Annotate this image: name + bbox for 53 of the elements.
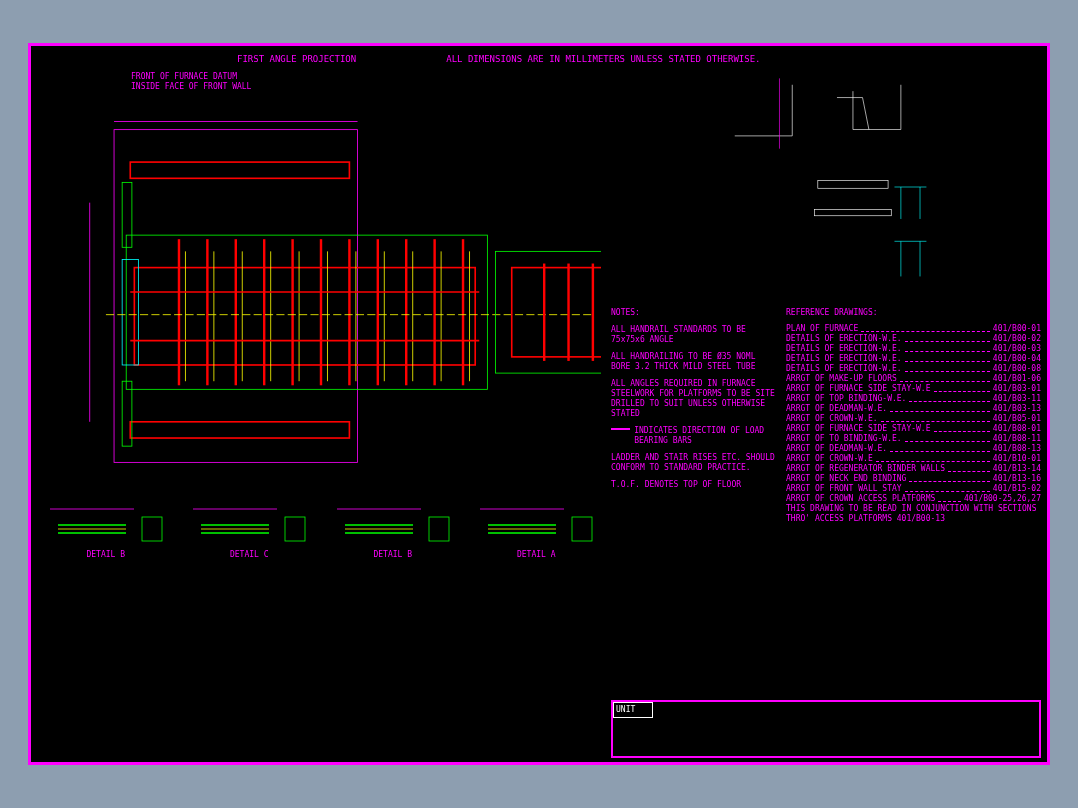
reference-title: ARRGT OF FRONT WALL STAY bbox=[786, 484, 902, 494]
reference-title: ARRGT OF REGENERATOR BINDER WALLS bbox=[786, 464, 945, 474]
references-heading: REFERENCE DRAWINGS: bbox=[786, 308, 879, 318]
reference-title: DETAILS OF ERECTION-W.E. bbox=[786, 354, 902, 364]
references-footer: THIS DRAWING TO BE READ IN CONJUNCTION WITH SECTIONS THRO' ACCESS PLATFORMS 401/B00-13 bbox=[786, 504, 1041, 524]
reference-number: 401/B03-01 bbox=[992, 384, 1041, 394]
reference-title: ARRGT OF TO BINDING-W.E. bbox=[786, 434, 902, 444]
datum-note: FRONT OF FURNACE DATUM INSIDE FACE OF FRONT WALL bbox=[130, 72, 253, 92]
detail-label: DETAIL B bbox=[86, 550, 125, 559]
reference-number: 401/B03-11 bbox=[992, 394, 1041, 404]
reference-number: 401/B13-14 bbox=[992, 464, 1041, 474]
unit-label: UNIT bbox=[613, 702, 653, 718]
note-text: ALL HANDRAILING TO BE Ø35 NOML BORE 3.2 THICK MILD STEEL TUBE bbox=[611, 352, 757, 372]
reference-title: DETAILS OF ERECTION-W.E. bbox=[786, 334, 902, 344]
reference-title: ARRGT OF CROWN-W.E bbox=[786, 454, 873, 464]
reference-number: 401/B00-02 bbox=[992, 334, 1041, 344]
reference-number: 401/B00-25,26,27 bbox=[963, 494, 1041, 504]
detail-label: DETAIL C bbox=[230, 550, 269, 559]
reference-number: 401/B10-01 bbox=[992, 454, 1041, 464]
reference-title: ARRGT OF TOP BINDING-W.E. bbox=[786, 394, 907, 404]
reference-number: 401/B08-01 bbox=[992, 424, 1041, 434]
reference-number: 401/B00-01 bbox=[992, 324, 1041, 334]
reference-number: 401/B01-06 bbox=[992, 374, 1041, 384]
reference-number: 401/B00-04 bbox=[992, 354, 1041, 364]
reference-title: ARRGT OF DEADMAN-W.E. bbox=[786, 444, 888, 454]
note-text: T.O.F. DENOTES TOP OF FLOOR bbox=[611, 480, 743, 490]
reference-title: ARRGT OF MAKE-UP FLOORS bbox=[786, 374, 897, 384]
projection-note: FIRST ANGLE PROJECTION bbox=[237, 54, 357, 66]
reference-title: ARRGT OF CROWN ACCESS PLATFORMS bbox=[786, 494, 936, 504]
detail-label: DETAIL A bbox=[517, 550, 556, 559]
reference-title: ARRGT OF FURNACE SIDE STAY-W.E bbox=[786, 424, 931, 434]
reference-number: 401/B05-01 bbox=[992, 414, 1041, 424]
notes-heading: NOTES: bbox=[611, 308, 641, 318]
reference-number: 401/B13-16 bbox=[992, 474, 1041, 484]
reference-title: PLAN OF FURNACE bbox=[786, 324, 859, 334]
dimensions-note: ALL DIMENSIONS ARE IN MILLIMETERS UNLESS STATED OTHERWISE. bbox=[446, 54, 761, 66]
reference-title: ARRGT OF DEADMAN-W.E. bbox=[786, 404, 888, 414]
reference-number: 401/B15-02 bbox=[992, 484, 1041, 494]
reference-title: ARRGT OF FURNACE SIDE STAY-W.E bbox=[786, 384, 931, 394]
reference-title: ARRGT OF NECK END BINDING bbox=[786, 474, 907, 484]
note-text: ALL HANDRAIL STANDARDS TO BE 75x75x6 ANGLE bbox=[611, 325, 747, 345]
reference-number: 401/B00-03 bbox=[992, 344, 1041, 354]
reference-title: DETAILS OF ERECTION-W.E. bbox=[786, 344, 902, 354]
note-text: LADDER AND STAIR RISES ETC. SHOULD CONFORM TO STANDARD PRACTICE. bbox=[611, 453, 776, 473]
reference-title: DETAILS OF ERECTION-W.E. bbox=[786, 364, 902, 374]
reference-number: 401/B08-13 bbox=[992, 444, 1041, 454]
note-text: ALL ANGLES REQUIRED IN FURNACE STEELWORK FOR PLATFORMS TO BE SITE DRILLED TO SUIT UNLESS OTHERWISE STATED bbox=[611, 379, 776, 419]
reference-number: 401/B00-08 bbox=[992, 364, 1041, 374]
reference-title: ARRGT OF CROWN-W.E. bbox=[786, 414, 878, 424]
detail-label: DETAIL B bbox=[373, 550, 412, 559]
note-text: INDICATES DIRECTION OF LOAD BEARING BARS bbox=[634, 426, 766, 446]
reference-number: 401/B08-11 bbox=[992, 434, 1041, 444]
reference-number: 401/B03-13 bbox=[992, 404, 1041, 414]
